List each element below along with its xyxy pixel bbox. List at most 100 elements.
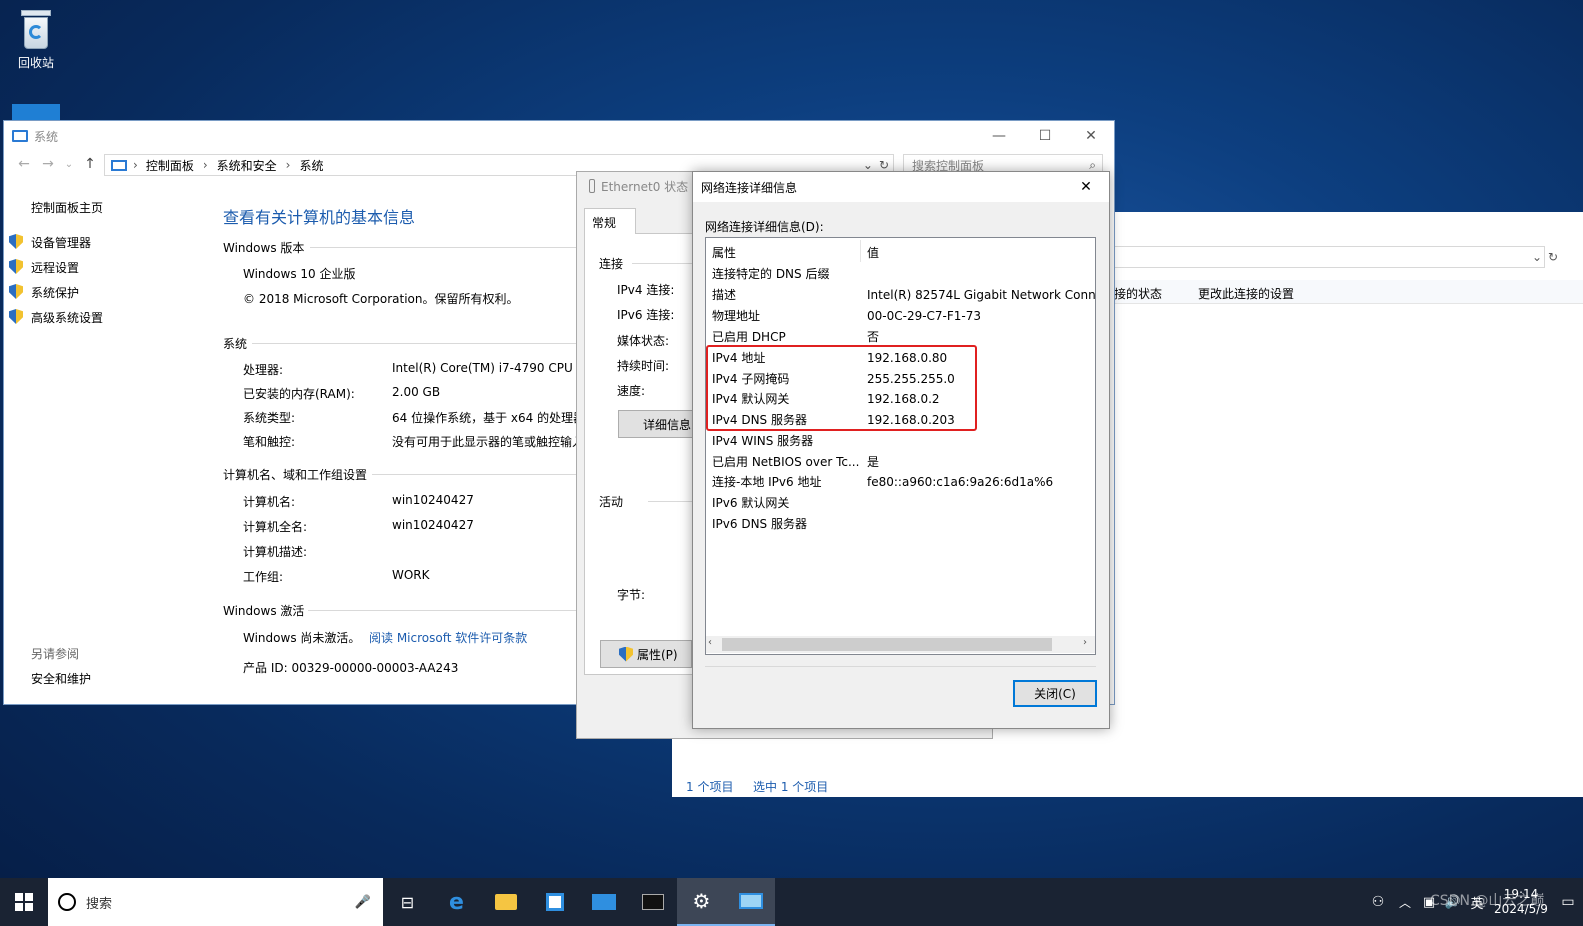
- sidebar-item-advanced-settings[interactable]: 高级系统设置: [31, 309, 103, 326]
- computer-name-label: 计算机名:: [243, 495, 296, 509]
- store-icon[interactable]: [530, 878, 579, 926]
- status-item-count: 1 个项目: [686, 780, 734, 794]
- workgroup-value: WORK: [392, 568, 430, 582]
- scroll-left-icon[interactable]: ‹: [708, 637, 712, 648]
- license-terms-link[interactable]: 阅读 Microsoft 软件许可条款: [369, 629, 527, 646]
- status-selected-count: 选中 1 个项目: [753, 780, 829, 794]
- copyright-text: © 2018 Microsoft Corporation。保留所有权利。: [243, 292, 519, 306]
- ram-label: 已安装的内存(RAM):: [243, 387, 355, 401]
- ethernet-window-title: Ethernet0 状态: [601, 179, 689, 194]
- taskbar: 搜索 🎤 ⊟ e ⚙ ⚇ ︿ ▣ 🔊 英 19:14 2024/5/9 ▭: [0, 878, 1583, 926]
- tab-general[interactable]: 常规: [584, 208, 636, 234]
- recycle-bin-desktop-icon[interactable]: 回收站: [0, 8, 72, 71]
- workgroup-label: 工作组:: [243, 570, 284, 584]
- edge-browser-icon[interactable]: e: [432, 878, 481, 926]
- property-name: IPv4 WINS 服务器: [712, 434, 814, 448]
- scroll-right-icon[interactable]: ›: [1083, 637, 1087, 648]
- forward-arrow-icon[interactable]: →: [36, 156, 60, 172]
- file-explorer-icon[interactable]: [481, 878, 530, 926]
- start-button[interactable]: [0, 878, 48, 926]
- activation-status: Windows 尚未激活。: [243, 631, 361, 645]
- taskbar-search-text: 搜索: [86, 896, 113, 912]
- list-item[interactable]: IPv4 WINS 服务器: [712, 430, 1095, 451]
- breadcrumb-system[interactable]: 系统: [299, 157, 323, 174]
- duration-label: 持续时间:: [617, 359, 670, 373]
- connection-section-title: 连接: [599, 257, 624, 271]
- show-hidden-icons-chevron-icon[interactable]: ︿: [1393, 878, 1417, 926]
- breadcrumb-system-security[interactable]: 系统和安全: [217, 157, 277, 174]
- chevron-down-icon[interactable]: ⌄: [1532, 250, 1542, 264]
- sidebar-item-system-protection[interactable]: 系统保护: [31, 284, 79, 301]
- microphone-icon[interactable]: 🎤: [355, 895, 371, 910]
- list-item[interactable]: IPv6 默认网关: [712, 492, 1095, 513]
- see-also-security-maintenance[interactable]: 安全和维护: [31, 670, 91, 687]
- chevron-down-icon[interactable]: ⌄: [863, 158, 873, 172]
- property-name: 连接-本地 IPv6 地址: [712, 475, 822, 489]
- shield-icon: [9, 234, 23, 249]
- shield-icon: [619, 646, 633, 662]
- taskbar-search-box[interactable]: 搜索 🎤: [48, 878, 383, 926]
- property-name: 物理地址: [712, 309, 761, 323]
- windows-edition-value: Windows 10 企业版: [243, 267, 356, 281]
- task-view-icon[interactable]: ⊟: [383, 878, 432, 926]
- recent-chevron-icon[interactable]: ⌄: [60, 159, 78, 170]
- notification-center-icon[interactable]: ▭: [1553, 878, 1583, 926]
- sidebar-item-device-manager[interactable]: 设备管理器: [31, 234, 91, 251]
- see-also-title: 另请参阅: [31, 647, 80, 661]
- toolbar-change-settings[interactable]: 更改此连接的设置: [1198, 285, 1294, 302]
- system-window-taskbar-icon[interactable]: [726, 878, 775, 926]
- explorer-address-bar[interactable]: [1108, 246, 1545, 268]
- list-item[interactable]: 连接-本地 IPv6 地址 fe80::a960:c1a6:9a26:6d1a%6: [712, 471, 1095, 492]
- sidebar-item-remote-settings[interactable]: 远程设置: [31, 259, 79, 276]
- processor-value: Intel(R) Core(TM) i7-4790 CPU @: [392, 361, 577, 375]
- property-value: fe80::a960:c1a6:9a26:6d1a%6: [867, 474, 1054, 489]
- back-arrow-icon[interactable]: ←: [12, 156, 36, 172]
- computer-name-section-title: 计算机名、域和工作组设置: [223, 468, 368, 482]
- details-button[interactable]: 详细信息: [618, 410, 698, 438]
- close-dialog-x-button[interactable]: ✕: [1063, 172, 1109, 202]
- list-item[interactable]: 已启用 DHCP 否: [712, 326, 1095, 347]
- list-item[interactable]: 描述 Intel(R) 82574L Gigabit Network Connec: [712, 284, 1095, 305]
- up-arrow-icon[interactable]: ↑: [78, 156, 102, 172]
- control-panel-icon: [111, 159, 127, 171]
- property-value: Intel(R) 82574L Gigabit Network Connec: [867, 287, 1095, 302]
- scrollbar-thumb[interactable]: [722, 638, 1052, 651]
- refresh-icon[interactable]: ↻: [879, 158, 889, 172]
- list-item[interactable]: 已启用 NetBIOS over Tc... 是: [712, 451, 1095, 472]
- close-window-button[interactable]: ✕: [1068, 121, 1114, 151]
- properties-button[interactable]: 属性(P): [600, 640, 692, 668]
- breadcrumb-control-panel[interactable]: 控制面板: [146, 157, 194, 174]
- page-title: 查看有关计算机的基本信息: [223, 208, 416, 227]
- activation-section-title: Windows 激活: [223, 604, 305, 618]
- people-icon[interactable]: ⚇: [1363, 878, 1393, 926]
- column-header-value[interactable]: 值: [867, 244, 879, 261]
- command-prompt-icon[interactable]: [628, 878, 677, 926]
- recycle-bin-label: 回收站: [17, 56, 54, 70]
- mail-icon[interactable]: [579, 878, 628, 926]
- maximize-button[interactable]: ☐: [1022, 121, 1068, 151]
- details-button-label: 详细信息: [643, 417, 692, 432]
- desktop-app-icon[interactable]: [12, 104, 60, 120]
- settings-gear-icon[interactable]: ⚙: [677, 878, 726, 926]
- list-item[interactable]: IPv6 DNS 服务器: [712, 513, 1095, 534]
- refresh-icon[interactable]: ↻: [1548, 250, 1558, 264]
- ipv4-connectivity-label: IPv4 连接:: [617, 283, 675, 297]
- system-section-title: 系统: [223, 337, 248, 351]
- list-item[interactable]: 物理地址 00-0C-29-C7-F1-73: [712, 305, 1095, 326]
- computer-description-label: 计算机描述:: [243, 545, 308, 559]
- close-button[interactable]: 关闭(C): [1013, 680, 1097, 707]
- shield-icon: [9, 309, 23, 324]
- details-dialog-title: 网络连接详细信息: [701, 180, 798, 195]
- sidebar-control-panel-home[interactable]: 控制面板主页: [31, 199, 103, 216]
- minimize-button[interactable]: —: [976, 121, 1022, 151]
- full-computer-name-value: win10240427: [392, 518, 474, 532]
- column-header-property[interactable]: 属性: [712, 244, 736, 261]
- property-name: 连接特定的 DNS 后缀: [712, 267, 830, 281]
- property-name: IPv6 DNS 服务器: [712, 517, 807, 531]
- toolbar-connection-status[interactable]: 接的状态: [1114, 285, 1162, 302]
- product-id: 产品 ID: 00329-00000-00003-AA243: [243, 661, 459, 675]
- list-item[interactable]: 连接特定的 DNS 后缀: [712, 263, 1095, 284]
- property-value: 00-0C-29-C7-F1-73: [867, 308, 982, 323]
- property-name: 描述: [712, 288, 737, 302]
- close-button-label: 关闭(C): [1034, 687, 1076, 701]
